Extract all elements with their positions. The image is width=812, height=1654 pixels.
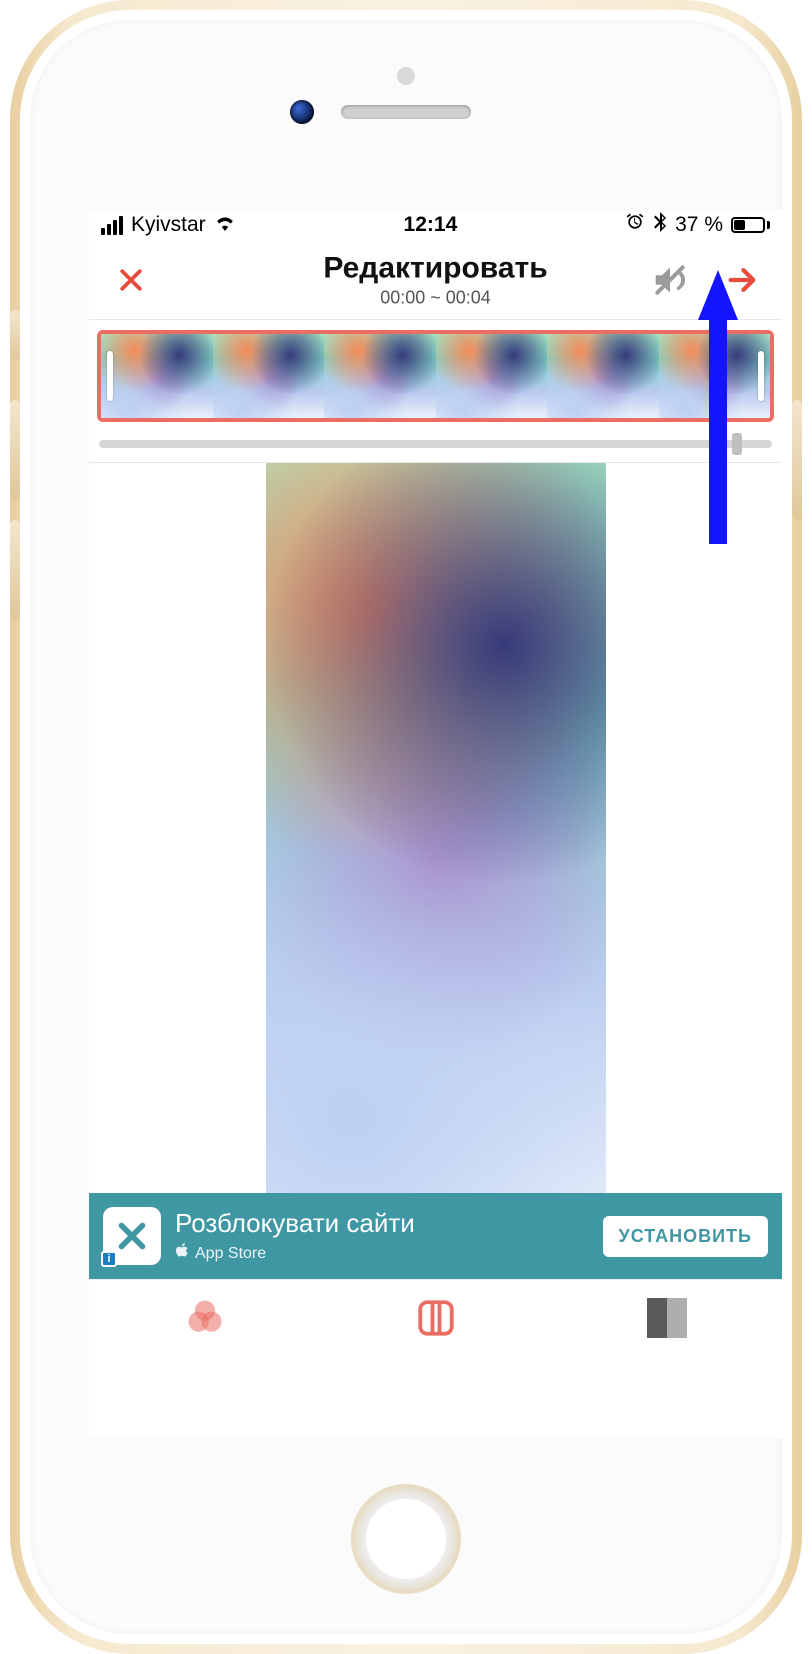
trim-timeline[interactable] [97, 330, 774, 422]
timeline-thumb [213, 334, 325, 418]
battery-percent: 37 % [675, 213, 723, 237]
scrub-track[interactable] [99, 440, 772, 448]
next-button[interactable] [720, 258, 764, 302]
alarm-icon [625, 212, 645, 238]
editor-nav-bar: Редактировать 00:00 ~ 00:04 [89, 240, 782, 320]
timeline-thumb [547, 334, 659, 418]
aspect-ratio-icon [415, 1297, 457, 1339]
home-button[interactable] [351, 1484, 461, 1594]
cellular-signal-icon [101, 216, 123, 235]
filters-icon [183, 1296, 227, 1340]
ad-store-label: App Store [195, 1245, 266, 1263]
timeline-thumb [659, 334, 771, 418]
clock: 12:14 [404, 213, 458, 237]
device-screen: Kyivstar 12:14 37 % [89, 210, 782, 1438]
video-preview[interactable] [89, 463, 782, 1193]
speaker-muted-icon [651, 261, 689, 299]
proximity-sensor [397, 67, 415, 85]
preview-frame [266, 463, 606, 1193]
ad-title: Розблокувати сайти [175, 1208, 415, 1239]
time-range-label: 00:00 ~ 00:04 [323, 287, 547, 308]
ad-info-badge[interactable]: i [101, 1251, 117, 1267]
mute-switch [10, 310, 20, 360]
ad-banner[interactable]: i Розблокувати сайти App Store УСТАНОВИТ… [89, 1193, 782, 1279]
status-bar: Kyivstar 12:14 37 % [89, 210, 782, 240]
mute-button[interactable] [648, 258, 692, 302]
timeline-thumb [101, 334, 213, 418]
tab-pixelate[interactable] [640, 1291, 694, 1345]
front-camera [290, 100, 314, 124]
nav-title-group: Редактировать 00:00 ~ 00:04 [323, 251, 547, 308]
battery-icon [731, 217, 770, 233]
timeline-thumb [324, 334, 436, 418]
ad-app-icon: i [103, 1207, 161, 1265]
timeline-section [89, 320, 782, 463]
close-icon [116, 265, 146, 295]
earpiece-speaker [341, 105, 471, 119]
tab-filters[interactable] [178, 1291, 232, 1345]
wifi-icon [214, 213, 236, 237]
ad-install-button[interactable]: УСТАНОВИТЬ [603, 1216, 768, 1257]
tab-aspect[interactable] [409, 1291, 463, 1345]
volume-down-button [10, 520, 20, 620]
close-button[interactable] [107, 256, 155, 304]
phone-frame: Kyivstar 12:14 37 % [10, 0, 802, 1654]
volume-up-button [10, 400, 20, 500]
carrier-label: Kyivstar [131, 213, 206, 237]
page-title: Редактировать [323, 251, 547, 285]
power-button [792, 400, 802, 520]
pixelate-icon [647, 1298, 687, 1338]
arrow-right-icon [725, 263, 759, 297]
timeline-thumb [436, 334, 548, 418]
ad-text-group: Розблокувати сайти App Store [175, 1208, 415, 1264]
trim-handle-right[interactable] [758, 351, 764, 401]
scrub-knob[interactable] [732, 433, 742, 455]
trim-handle-left[interactable] [107, 351, 113, 401]
bottom-toolbar [89, 1279, 782, 1355]
apple-icon [175, 1243, 189, 1264]
bluetooth-icon [653, 212, 667, 238]
